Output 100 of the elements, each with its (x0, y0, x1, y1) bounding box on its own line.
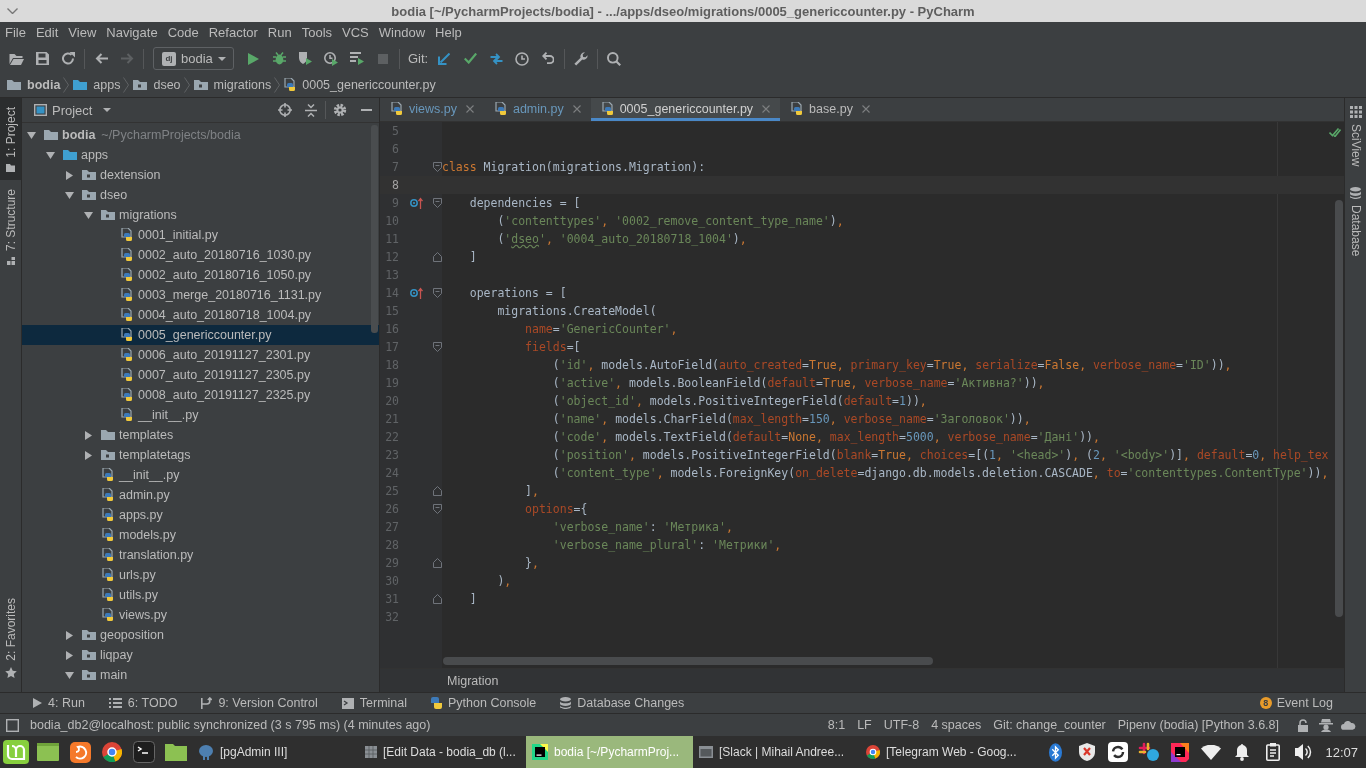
editor-tab[interactable]: 0005_genericcounter.py (590, 98, 781, 121)
caret-right-icon[interactable] (85, 430, 92, 440)
sync-icon[interactable] (61, 52, 75, 65)
tree-item[interactable]: translation.py (22, 545, 379, 565)
tool-window-tab[interactable]: Database (1348, 187, 1363, 257)
tree-item[interactable]: apps.py (22, 505, 379, 525)
scrollbar-thumb[interactable] (371, 125, 378, 333)
menu-item[interactable]: File (0, 22, 31, 44)
terminal-icon[interactable] (133, 741, 155, 763)
lines-play-icon[interactable] (350, 52, 364, 65)
close-icon[interactable] (572, 105, 581, 113)
breadcrumb-item[interactable]: 0005_genericcounter.py (284, 75, 436, 95)
save-icon[interactable] (35, 52, 49, 65)
override-icon[interactable] (410, 287, 423, 299)
history-icon[interactable] (515, 51, 530, 66)
caret-right-icon[interactable] (66, 650, 73, 660)
fold-icon[interactable] (432, 504, 442, 514)
tree-item[interactable]: urls.py (22, 565, 379, 585)
app-icon[interactable] (69, 741, 91, 763)
shield-icon[interactable] (1078, 743, 1095, 761)
taskbar-window-button[interactable]: [Edit Data - bodia_db (l... (359, 736, 526, 768)
menu-item[interactable]: Code (162, 22, 204, 44)
caret-right-icon[interactable] (66, 630, 73, 640)
tree-item[interactable]: liqpay (22, 645, 379, 665)
wrench-icon[interactable] (574, 51, 589, 66)
browser-icon[interactable] (102, 742, 122, 762)
undo-icon[interactable] (542, 52, 555, 65)
status-item[interactable]: Pipenv (bodia) [Python 3.6.8] (1117, 718, 1279, 732)
ring-icon[interactable] (1107, 742, 1128, 762)
menu-item[interactable]: Navigate (101, 22, 163, 44)
locate-icon[interactable] (278, 103, 292, 117)
tree-item[interactable]: 0004_auto_20180718_1004.py (22, 305, 379, 325)
bug-icon[interactable] (272, 52, 286, 65)
tree-item[interactable]: views.py (22, 605, 379, 625)
editor-tab[interactable]: views.py (380, 98, 484, 121)
chevron-down-icon[interactable] (7, 8, 18, 14)
run-icon[interactable] (247, 52, 259, 65)
fold-icon[interactable] (432, 162, 442, 172)
tool-window-tab[interactable]: Terminal (329, 693, 419, 713)
clipboard-icon[interactable] (1265, 743, 1280, 761)
tree-item[interactable]: bodia ~/PycharmProjects/bodia (22, 125, 379, 145)
tree-item[interactable]: 0003_merge_20180716_1131.py (22, 285, 379, 305)
tree-item[interactable]: 0001_initial.py (22, 225, 379, 245)
hat-person-icon[interactable] (1318, 718, 1333, 732)
tree-item[interactable]: 0007_auto_20191127_2305.py (22, 365, 379, 385)
fold-icon[interactable] (432, 342, 442, 352)
cloud-icon[interactable] (1341, 720, 1356, 730)
fold-icon[interactable] (432, 288, 442, 298)
wifi-icon[interactable] (1200, 744, 1221, 760)
caret-down-icon[interactable] (46, 151, 55, 159)
search-icon[interactable] (607, 51, 622, 66)
tree-item[interactable]: utils.py (22, 585, 379, 605)
fold-end-icon[interactable] (432, 252, 442, 262)
caret-down-icon[interactable] (27, 131, 36, 139)
arrow-down-left-icon[interactable] (438, 52, 451, 65)
tool-window-tab[interactable]: 2: Favorites (0, 589, 21, 686)
tool-window-tab[interactable]: Python Console (419, 693, 549, 713)
tree-item[interactable]: templatetags (22, 445, 379, 465)
tree-item[interactable]: main (22, 665, 379, 685)
override-icon[interactable] (410, 197, 423, 209)
tree-item[interactable]: __init__.py (22, 465, 379, 485)
tool-window-tab[interactable]: SciView (1348, 106, 1363, 167)
menu-item[interactable]: Tools (296, 22, 338, 44)
status-item[interactable]: 8:1 (827, 718, 846, 732)
folder-icon[interactable] (165, 743, 187, 761)
close-icon[interactable] (861, 105, 870, 113)
menu-item[interactable]: Help (430, 22, 467, 44)
tool-window-tab[interactable]: 7: Structure (0, 179, 21, 273)
editor-tab[interactable]: base.py (780, 98, 880, 121)
back-arrow-icon[interactable] (94, 53, 108, 64)
check-icon[interactable] (463, 53, 477, 64)
tree-item[interactable]: apps (22, 145, 379, 165)
breadcrumb-item[interactable]: apps (73, 75, 121, 95)
collapse-all-icon[interactable] (305, 103, 317, 117)
tree-item[interactable]: 0008_auto_20191127_2325.py (22, 385, 379, 405)
breadcrumb-item[interactable]: bodia (7, 75, 61, 95)
tree-item[interactable]: templates (22, 425, 379, 445)
fold-end-icon[interactable] (432, 486, 442, 496)
minimize-icon[interactable] (360, 109, 372, 111)
fold-end-icon[interactable] (432, 594, 442, 604)
tree-item[interactable]: migrations (22, 205, 379, 225)
open-folder-icon[interactable] (8, 52, 24, 65)
breadcrumb-item[interactable]: dseo (133, 75, 181, 95)
caret-down-icon[interactable] (65, 191, 74, 199)
lock-icon[interactable] (1297, 718, 1308, 732)
close-icon[interactable] (465, 105, 474, 113)
hash-icon[interactable] (1137, 742, 1160, 762)
tool-window-tab[interactable]: 9: Version Control (189, 693, 330, 713)
logo-icon[interactable] (3, 740, 29, 764)
taskbar-window-button[interactable]: [Telegram Web - Goog... (860, 736, 1027, 768)
tree-item[interactable]: models.py (22, 525, 379, 545)
tool-window-tab[interactable]: 6: TODO (96, 693, 190, 713)
bell-icon[interactable] (1234, 743, 1249, 761)
tree-item[interactable]: __init__.py (22, 405, 379, 425)
toolbox-icon[interactable] (1169, 742, 1190, 762)
caret-down-icon[interactable] (65, 671, 74, 679)
status-item[interactable]: 4 spaces (931, 718, 982, 732)
caret-right-icon[interactable] (85, 450, 92, 460)
caret-down-icon[interactable] (84, 211, 93, 219)
tree-item[interactable]: dseo (22, 185, 379, 205)
